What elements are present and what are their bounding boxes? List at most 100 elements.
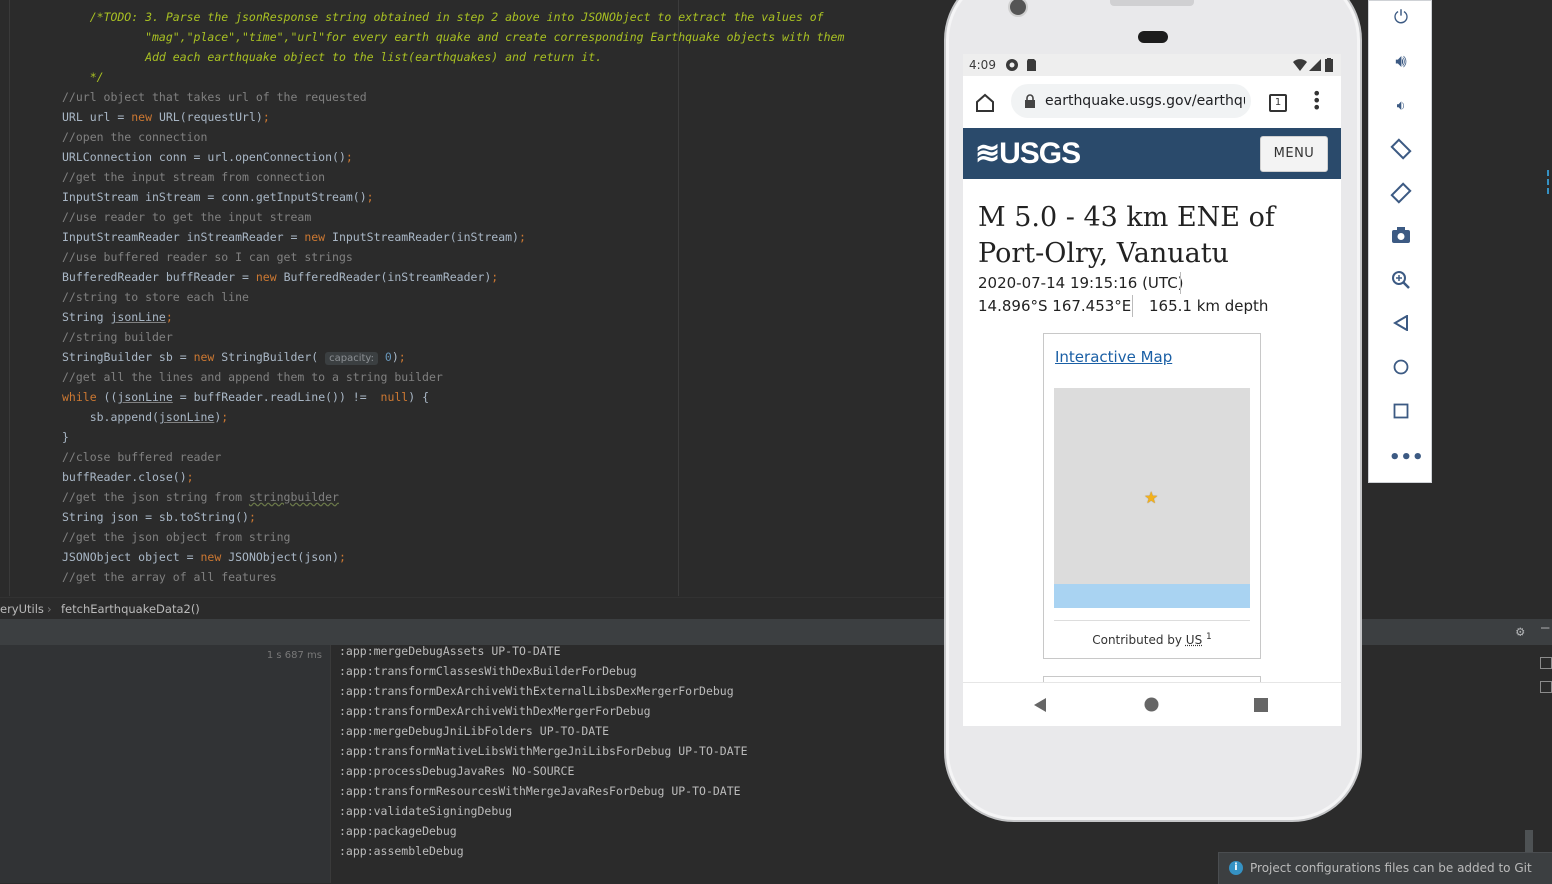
code-line: String jsonLine;	[62, 307, 173, 327]
android-nav-bar	[963, 682, 1341, 726]
code-comment-line: //string to store each line	[62, 287, 249, 307]
contributor-footnote: 1	[1206, 632, 1212, 642]
event-coordinates: 14.896°S 167.453°E	[978, 297, 1131, 315]
build-log-line: :app:validateSigningDebug	[339, 801, 512, 821]
code-line: while ((jsonLine = buffReader.readLine()…	[62, 387, 429, 407]
breadcrumb-method[interactable]: fetchEarthquakeData2()	[61, 598, 200, 620]
build-log-line: :app:transformNativeLibsWithMergeJniLibs…	[339, 741, 748, 761]
build-log-line: :app:packageDebug	[339, 821, 457, 841]
notification-text: Project configurations files can be adde…	[1250, 861, 1532, 875]
battery-icon	[1325, 58, 1333, 72]
code-line: InputStreamReader inStreamReader = new I…	[62, 227, 526, 247]
build-log-line: :app:transformClassesWithDexBuilderForDe…	[339, 661, 637, 681]
contributed-by: Contributed by US 1	[1044, 632, 1260, 647]
back-icon[interactable]	[1033, 697, 1047, 713]
layout-icon[interactable]	[1540, 681, 1552, 693]
breadcrumb-file[interactable]: eryUtils	[0, 598, 44, 620]
breadcrumb-separator-icon: ›	[47, 598, 52, 620]
divider	[1054, 620, 1250, 621]
code-line: */	[62, 67, 104, 87]
code-line: Add each earthquake object to the list(e…	[62, 47, 602, 67]
back-icon[interactable]	[1389, 314, 1413, 338]
code-comment-line: //url object that takes url of the reque…	[62, 87, 367, 107]
sd-card-icon	[1026, 58, 1037, 72]
code-line: StringBuilder sb = new StringBuilder( ca…	[62, 347, 406, 367]
code-line: InputStream inStream = conn.getInputStre…	[62, 187, 374, 207]
map-card: Interactive Map ★ Contributed by US 1	[1043, 333, 1261, 659]
build-log-line: :app:transformResourcesWithMergeJavaResF…	[339, 781, 741, 801]
event-time: 2020-07-14 19:15:16 (UTC)	[978, 274, 1184, 292]
lock-icon	[1025, 94, 1035, 108]
notification-balloon[interactable]: i Project configurations files can be ad…	[1218, 852, 1552, 884]
camera-icon[interactable]	[1389, 226, 1413, 250]
emulator-toolbar: ⏻ 🔊︎ 🔉︎ •••	[1368, 0, 1432, 483]
code-line: "mag","place","time","url"for every eart…	[62, 27, 844, 47]
filter-icon[interactable]	[1540, 657, 1552, 669]
power-slot	[1110, 0, 1194, 6]
power-icon[interactable]: ⏻	[1389, 6, 1413, 30]
minimize-icon[interactable]: —	[1541, 620, 1549, 636]
build-log-line: :app:mergeDebugJniLibFolders UP-TO-DATE	[339, 721, 609, 741]
build-log-line: :app:processDebugJavaRes NO-SOURCE	[339, 761, 574, 781]
more-icon[interactable]: •••	[1389, 446, 1413, 470]
build-log-line: :app:mergeDebugAssets UP-TO-DATE	[339, 641, 561, 661]
code-comment-line: //string builder	[62, 327, 173, 347]
notification-icon	[1005, 58, 1019, 72]
overflow-menu-icon[interactable]: • • •	[1312, 90, 1318, 111]
signal-icon	[1309, 59, 1321, 71]
code-comment-line: //get the input stream from connection	[62, 167, 325, 187]
code-comment-line: //use reader to get the input stream	[62, 207, 311, 227]
address-field[interactable]: earthquake.usgs.gov/earthquakes	[1011, 84, 1251, 118]
volume-down-icon[interactable]: 🔉︎	[1389, 94, 1413, 118]
code-comment-line: //use buffered reader so I can get strin…	[62, 247, 353, 267]
rotate-right-icon[interactable]	[1389, 182, 1413, 206]
zoom-icon[interactable]	[1389, 270, 1413, 294]
android-status-bar: 4:09	[963, 54, 1341, 76]
map-thumbnail[interactable]: ★	[1054, 388, 1250, 608]
editor-right-margin	[678, 0, 679, 596]
build-tree[interactable]: 1 s 687 ms	[0, 645, 331, 883]
usgs-logo[interactable]: ≋USGS	[975, 136, 1080, 171]
rotate-left-icon[interactable]	[1389, 138, 1413, 162]
code-comment-line: //open the connection	[62, 127, 207, 147]
build-side-tools	[1536, 645, 1552, 883]
build-log-line: :app:transformDexArchiveWithExternalLibs…	[339, 681, 734, 701]
build-duration: 1 s 687 ms	[267, 650, 322, 661]
code-line: JSONObject object = new JSONObject(json)…	[62, 547, 346, 567]
home-button-icon[interactable]	[1144, 697, 1159, 712]
page-title: M 5.0 - 43 km ENE of Port-Olry, Vanuatu	[978, 200, 1318, 272]
interactive-map-link[interactable]: Interactive Map	[1055, 348, 1172, 366]
menu-button[interactable]: MENU	[1260, 136, 1328, 172]
edge-marker	[1547, 170, 1552, 194]
code-comment-line: //get the json string from stringbuilder	[62, 487, 339, 507]
contributed-prefix: Contributed by	[1092, 633, 1186, 647]
code-line: }	[62, 427, 69, 447]
code-comment-line: //get the array of all features	[62, 567, 277, 587]
overview-icon[interactable]	[1389, 402, 1413, 426]
code-line: URLConnection conn = url.openConnection(…	[62, 147, 353, 167]
separator	[1180, 272, 1181, 294]
recents-icon[interactable]	[1254, 698, 1268, 712]
breadcrumb: eryUtils › fetchEarthquakeData2()	[0, 597, 944, 620]
home-icon[interactable]	[975, 93, 995, 112]
build-log-line: :app:transformDexArchiveWithDexMergerFor…	[339, 701, 651, 721]
separator	[1132, 295, 1133, 317]
info-icon: i	[1229, 861, 1243, 875]
emulator-screen[interactable]: 4:09 earthquake.usgs.gov/earthquakes 1 •…	[963, 54, 1341, 726]
code-line: /*TODO: 3. Parse the jsonResponse string…	[62, 7, 824, 27]
code-editor[interactable]: /*TODO: 3. Parse the jsonResponse string…	[0, 0, 944, 596]
wifi-icon	[1293, 59, 1307, 71]
gear-icon[interactable]: ⚙	[1516, 624, 1524, 640]
speaker-grille	[1138, 31, 1168, 43]
usgs-header: ≋USGS MENU	[963, 128, 1341, 179]
status-time: 4:09	[969, 58, 996, 72]
home-icon[interactable]	[1389, 358, 1413, 382]
browser-url-bar: earthquake.usgs.gov/earthquakes 1 •••	[963, 76, 1341, 128]
editor-gutter-divider	[9, 0, 10, 596]
event-depth: 165.1 km depth	[1149, 297, 1268, 315]
volume-up-icon[interactable]: 🔊︎	[1389, 50, 1413, 74]
code-line: URL url = new URL(requestUrl);	[62, 107, 270, 127]
contributor-link[interactable]: US	[1186, 633, 1202, 647]
code-line: buffReader.close();	[62, 467, 194, 487]
tab-switcher-button[interactable]: 1	[1269, 94, 1287, 112]
